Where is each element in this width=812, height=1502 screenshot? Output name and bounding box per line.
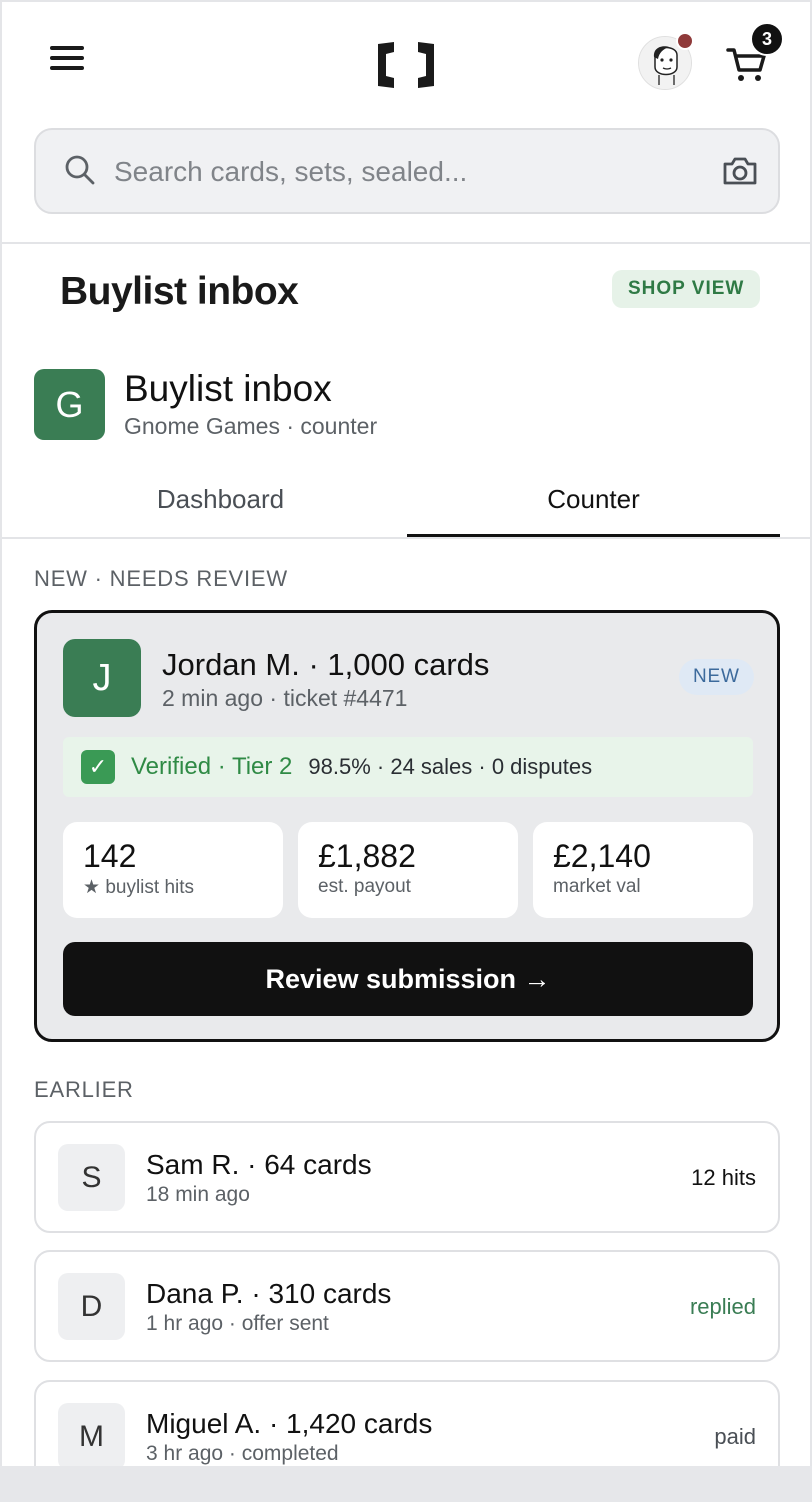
submitter-avatar: M [58,1403,125,1466]
tab-dashboard[interactable]: Dashboard [34,472,407,538]
page-title: Buylist inbox [60,270,299,313]
submission-status: paid [714,1424,756,1449]
profile-avatar[interactable] [638,32,694,90]
cart-count-badge: 3 [750,22,784,56]
brand-logo[interactable] [374,40,438,90]
list-item[interactable]: M Miguel A. · 1,420 cards 3 hr ago · com… [34,1380,780,1466]
list-item[interactable]: D Dana P. · 310 cards 1 hr ago · offer s… [34,1250,780,1362]
stat-est-payout: £1,882 est. payout [298,822,518,918]
submitter-name: Miguel A. · 1,420 cards [146,1408,433,1439]
stat-label: buylist hits [105,877,195,898]
shop-title: Buylist inbox [124,368,332,409]
submitter-name: Sam R. · 64 cards [146,1149,372,1180]
submission-meta: 1 hr ago · offer sent [146,1312,329,1335]
shop-view-button[interactable]: SHOP VIEW [612,270,761,308]
stat-label: est. payout [318,876,411,897]
app-screen: 3 Buylist inbox SHOP VIEW G Buylist inbo… [0,0,812,1466]
tabs-divider [2,537,810,539]
stat-label-row: ★ buylist hits [83,876,263,899]
camera-icon[interactable] [722,154,758,188]
stat-buylist-hits: 142 ★ buylist hits [63,822,283,918]
submission-meta: 2 min ago · ticket #4471 [162,685,408,711]
submitter-name: Dana P. · 310 cards [146,1278,392,1309]
seller-stats: 98.5% · 24 sales · 0 disputes [308,754,593,779]
header-divider [2,242,810,244]
submission-status: replied [689,1294,756,1319]
stat-value: £2,140 [553,838,651,874]
submission-meta: 3 hr ago · completed [146,1442,339,1465]
section-label-new: NEW · NEEDS REVIEW [34,566,288,591]
search-bar[interactable] [34,128,780,214]
submission-meta: 18 min ago [146,1183,250,1206]
new-badge: NEW [679,659,754,695]
stat-value: £1,882 [318,838,416,874]
verified-tier: Verified · Tier 2 [131,753,293,780]
stat-label: market val [553,876,641,897]
tab-bar: Dashboard Counter [34,472,780,538]
top-bar: 3 [2,2,810,122]
search-icon [65,155,95,185]
submitter-name: Jordan M. · 1,000 cards [162,647,490,682]
star-icon: ★ [83,877,101,898]
stat-value: 142 [83,838,137,874]
section-label-earlier: EARLIER [34,1077,134,1102]
stats-row: 142 ★ buylist hits £1,882 est. payout £2… [63,822,753,918]
submitter-avatar: D [58,1273,125,1340]
submitter-avatar: S [58,1144,125,1211]
notification-dot [676,32,694,50]
list-item[interactable]: S Sam R. · 64 cards 18 min ago 12 hits [34,1121,780,1233]
search-input[interactable] [114,150,694,194]
checkmark-icon: ✓ [81,750,115,784]
shop-avatar: G [34,369,105,440]
submission-status: 12 hits [691,1165,756,1190]
tab-counter[interactable]: Counter [407,472,780,538]
stat-market-value: £2,140 market val [533,822,753,918]
shop-subtitle: Gnome Games · counter [124,413,378,439]
submitter-avatar: J [63,639,141,717]
menu-icon[interactable] [50,46,90,80]
review-submission-button[interactable]: Review submission → [63,942,753,1016]
featured-submission-card[interactable]: J Jordan M. · 1,000 cards 2 min ago · ti… [34,610,780,1042]
verified-banner: ✓ Verified · Tier 2 98.5% · 24 sales · 0… [63,737,753,797]
